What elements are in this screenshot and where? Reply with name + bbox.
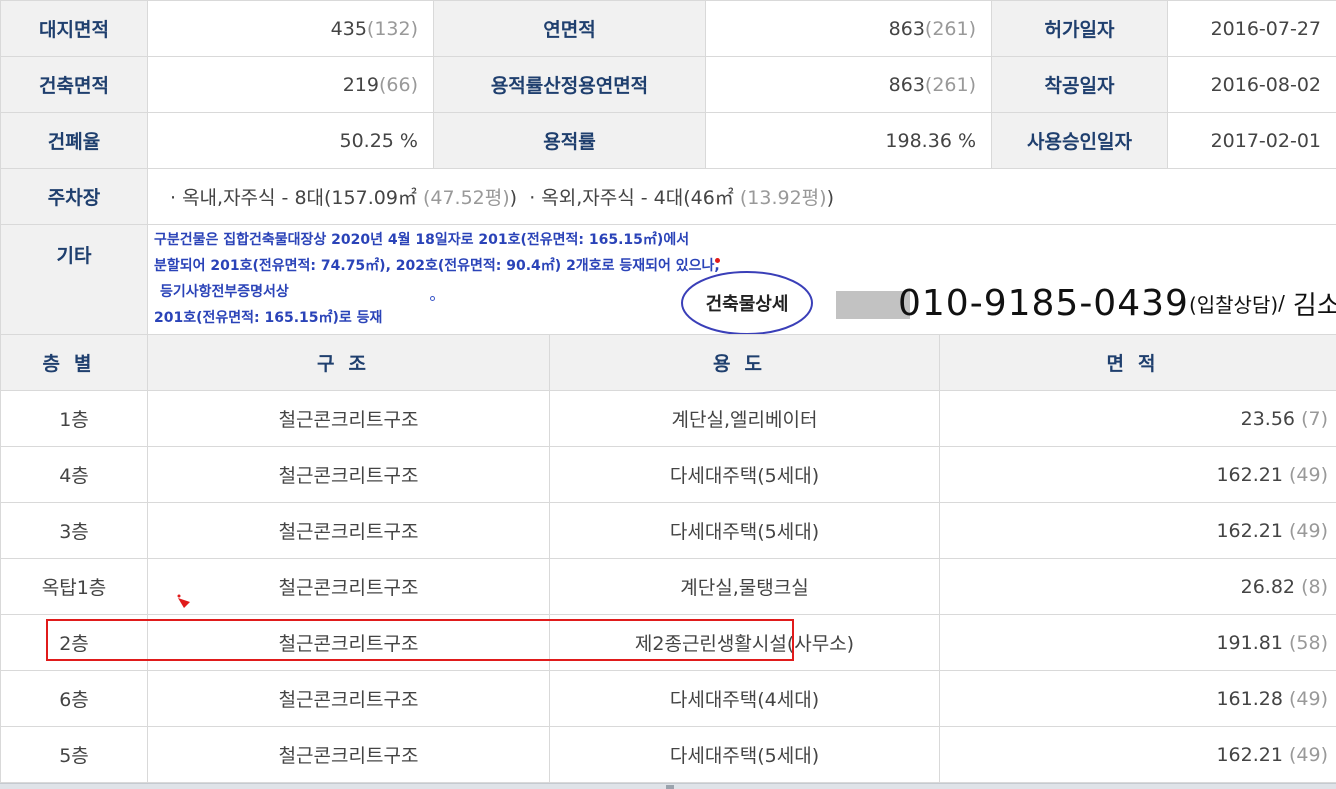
summary-row: 건폐율 50.25 % 용적률 198.36 % 사용승인일자 2017-02-… <box>0 112 1336 169</box>
table-row: 옥탑1층 철근콘크리트구조 계단실,물탱크실 26.82 (8) <box>0 558 1336 615</box>
use-cell: 계단실,엘리베이터 <box>549 390 940 447</box>
use-cell: 계단실,물탱크실 <box>549 558 940 615</box>
parking-value: · 옥내,자주식 - 8대(157.09㎡ (47.52평)) · 옥외,자주식… <box>147 168 1336 225</box>
use-cell: 다세대주택(5세대) <box>549 446 940 503</box>
floor-cell: 2층 <box>0 614 148 671</box>
area-cell: 162.21 (49) <box>939 502 1336 559</box>
area-cell: 23.56 (7) <box>939 390 1336 447</box>
structure-cell: 철근콘크리트구조 <box>147 390 550 447</box>
construction-start-value: 2016-08-02 <box>1167 56 1336 113</box>
far-floor-area-label: 용적률산정용연면적 <box>433 56 706 113</box>
floor-cell: 6층 <box>0 670 148 727</box>
etc-note-line: 구분건물은 집합건축물대장상 2020년 4월 18일자로 201호(전유면적:… <box>154 232 690 248</box>
structure-cell: 철근콘크리트구조 <box>147 670 550 727</box>
table-row: 5층 철근콘크리트구조 다세대주택(5세대) 162.21 (49) <box>0 726 1336 783</box>
coverage-ratio-label: 건폐율 <box>0 112 148 169</box>
scrollbar-thumb[interactable] <box>666 785 674 789</box>
structure-cell: 철근콘크리트구조 <box>147 502 550 559</box>
area-cell: 162.21 (49) <box>939 726 1336 783</box>
contact-name: 김소장 <box>1292 290 1336 321</box>
site-area-label: 대지면적 <box>0 0 148 57</box>
area-cell: 191.81 (58) <box>939 614 1336 671</box>
building-area-value: 219(66) <box>147 56 434 113</box>
summary-row: 건축면적 219(66) 용적률산정용연면적 863(261) 착공일자 201… <box>0 56 1336 113</box>
arrow-annotation-icon <box>177 594 190 608</box>
floor-table: 층별 구조 용도 면적 1층 철근콘크리트구조 계단실,엘리베이터 23.56 … <box>0 334 1336 783</box>
structure-cell: 철근콘크리트구조 <box>147 614 550 671</box>
summary-row: 대지면적 435(132) 연면적 863(261) 허가일자 2016-07-… <box>0 0 1336 57</box>
detail-area: 건축물상세 010-9185-0439 (입찰상담) / 김소장 <box>680 271 1336 335</box>
use-cell: 다세대주택(4세대) <box>549 670 940 727</box>
use-cell: 다세대주택(5세대) <box>549 726 940 783</box>
structure-cell: 철근콘크리트구조 <box>147 726 550 783</box>
floor-table-header: 층별 구조 용도 면적 <box>0 334 1336 391</box>
header-floor: 층별 <box>0 334 148 391</box>
floor-cell: 5층 <box>0 726 148 783</box>
table-row: 6층 철근콘크리트구조 다세대주택(4세대) 161.28 (49) <box>0 670 1336 727</box>
etc-row: 기타 구분건물은 집합건축물대장상 2020년 4월 18일자로 201호(전유… <box>0 224 1336 336</box>
building-detail-label: 건축물상세 <box>705 294 789 315</box>
building-area-label: 건축면적 <box>0 56 148 113</box>
coverage-ratio-value: 50.25 % <box>147 112 434 169</box>
etc-label: 기타 <box>0 224 148 336</box>
parking-label: 주차장 <box>0 168 148 225</box>
structure-cell: 철근콘크리트구조 <box>147 446 550 503</box>
etc-value: 구분건물은 집합건축물대장상 2020년 4월 18일자로 201호(전유면적:… <box>147 224 1336 336</box>
dot-annotation-icon <box>715 258 720 263</box>
area-cell: 162.21 (49) <box>939 446 1336 503</box>
header-area: 면적 <box>939 334 1336 391</box>
etc-note: 구분건물은 집합건축물대장상 2020년 4월 18일자로 201호(전유면적:… <box>154 227 720 331</box>
permit-date-value: 2016-07-27 <box>1167 0 1336 57</box>
use-cell: 다세대주택(5세대) <box>549 502 940 559</box>
table-row: 4층 철근콘크리트구조 다세대주택(5세대) 162.21 (49) <box>0 446 1336 503</box>
header-structure: 구조 <box>147 334 550 391</box>
contact-separator: / <box>1278 291 1285 315</box>
table-row: 1층 철근콘크리트구조 계단실,엘리베이터 23.56 (7) <box>0 390 1336 447</box>
use-cell: 제2종근린생활시설(사무소) <box>549 614 940 671</box>
etc-note-line: 201호(전유면적: 165.15㎡)로 등재 <box>154 310 383 326</box>
contact-phone: 010-9185-0439 <box>898 282 1189 324</box>
floor-cell: 1층 <box>0 390 148 447</box>
far-floor-area-value: 863(261) <box>705 56 992 113</box>
total-floor-area-value: 863(261) <box>705 0 992 57</box>
area-cell: 161.28 (49) <box>939 670 1336 727</box>
building-detail-button[interactable]: 건축물상세 <box>680 270 814 335</box>
area-cell: 26.82 (8) <box>939 558 1336 615</box>
total-floor-area-label: 연면적 <box>433 0 706 57</box>
structure-cell: 철근콘크리트구조 <box>147 558 550 615</box>
building-summary-table: 대지면적 435(132) 연면적 863(261) 허가일자 2016-07-… <box>0 0 1336 336</box>
etc-note-line: 분할되어 201호(전유면적: 74.75㎡), 202호(전유면적: 90.4… <box>154 258 720 274</box>
etc-note-line: 등기사항전부증명서상 <box>160 284 289 300</box>
permit-date-label: 허가일자 <box>991 0 1168 57</box>
floor-cell: 4층 <box>0 446 148 503</box>
floor-area-ratio-label: 용적률 <box>433 112 706 169</box>
approval-date-label: 사용승인일자 <box>991 112 1168 169</box>
contact-note: (입찰상담) <box>1188 292 1279 317</box>
parking-row: 주차장 · 옥내,자주식 - 8대(157.09㎡ (47.52평)) · 옥외… <box>0 168 1336 225</box>
floor-cell: 옥탑1층 <box>0 558 148 615</box>
header-use: 용도 <box>549 334 940 391</box>
site-area-value: 435(132) <box>147 0 434 57</box>
approval-date-value: 2017-02-01 <box>1167 112 1336 169</box>
floor-area-ratio-value: 198.36 % <box>705 112 992 169</box>
horizontal-scrollbar[interactable] <box>0 783 1336 789</box>
table-row-highlighted: 2층 철근콘크리트구조 제2종근린생활시설(사무소) 191.81 (58) <box>0 614 1336 671</box>
construction-start-label: 착공일자 <box>991 56 1168 113</box>
table-row: 3층 철근콘크리트구조 다세대주택(5세대) 162.21 (49) <box>0 502 1336 559</box>
ring-annotation-icon <box>430 296 435 301</box>
floor-cell: 3층 <box>0 502 148 559</box>
